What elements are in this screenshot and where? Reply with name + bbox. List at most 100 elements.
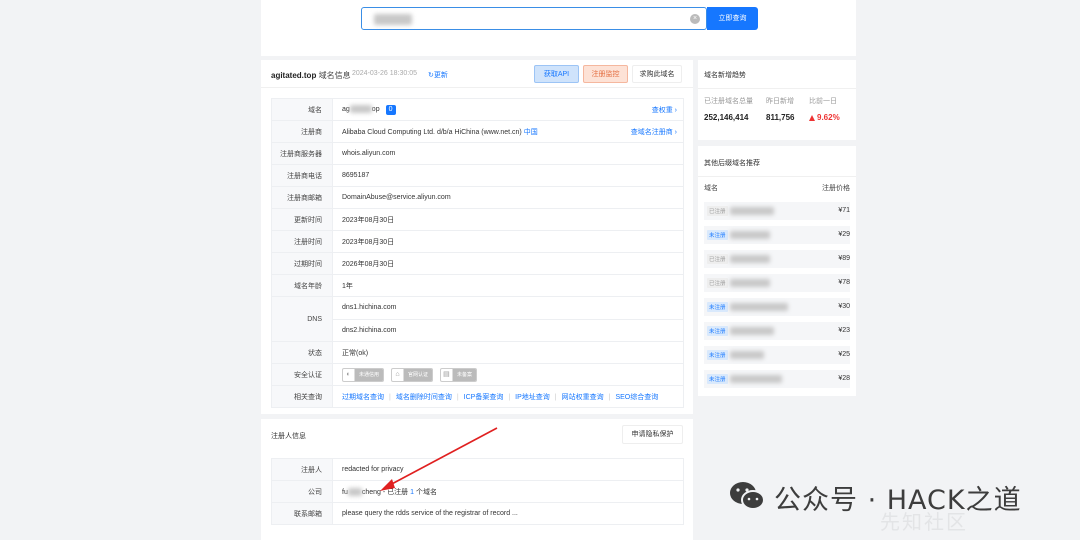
ratio-stat: 比前一日 9.62% (809, 96, 840, 122)
stat-value: 252,146,414 (704, 113, 749, 122)
list-item[interactable]: 已注册 ¥89 (704, 250, 850, 268)
site-weight-link[interactable]: 网站权重查询 (562, 394, 604, 401)
redacted-company (347, 487, 362, 496)
badge-label: 未备案 (452, 368, 476, 381)
row-value: redacted for privacy (332, 458, 684, 481)
table-row: 注册商服务器 whois.aliyun.com (271, 142, 684, 165)
row-value: 过期域名查询 | 域名删除时间查询 | ICP备案查询 | IP地址查询 | 网站权重查询 | SE… (332, 385, 684, 408)
total-registered-stat: 已注册域名总量 252,146,414 (704, 96, 753, 122)
privacy-protection-button[interactable]: 申请隐私保护 (622, 425, 683, 444)
check-weight-label: 查权重 (651, 107, 673, 114)
status-badge: 未注册 (707, 302, 728, 312)
list-item[interactable]: 未注册 ¥25 (704, 346, 850, 364)
redacted-domain (730, 375, 782, 383)
get-api-button[interactable]: 获取API (534, 65, 579, 83)
search-button[interactable]: 立即查询 (707, 7, 758, 30)
check-weight-link[interactable]: 查权重 › (652, 105, 677, 115)
list-item[interactable]: 未注册 ¥30 (704, 298, 850, 316)
redacted-domain (730, 327, 774, 335)
registrar-value: Alibaba Cloud Computing Ltd. d/b/a HiChi… (342, 128, 522, 136)
list-item[interactable]: 未注册 ¥23 (704, 322, 850, 340)
list-item[interactable]: 未注册 ¥29 (704, 226, 850, 244)
row-label: 状态 (271, 341, 333, 364)
redacted-search-text (374, 14, 412, 25)
row-label: 安全认证 (271, 363, 333, 386)
row-value: Alibaba Cloud Computing Ltd. d/b/a HiChi… (332, 120, 684, 143)
row-value: 1年 (332, 274, 684, 297)
status-badge: 未注册 (707, 326, 728, 336)
delete-time-link[interactable]: 域名删除时间查询 (396, 394, 452, 401)
ip-link[interactable]: IP地址查询 (515, 394, 550, 401)
status-badge: 已注册 (707, 206, 728, 216)
price: ¥29 (838, 231, 850, 238)
redacted-domain (730, 255, 770, 263)
redacted-domain (730, 207, 774, 215)
company-prefix: fu (342, 488, 348, 496)
watermark: 公众号 · HACK之道 (728, 478, 1080, 518)
redacted-domain (730, 303, 788, 311)
dns-server: dns2.hichina.com (333, 319, 683, 341)
row-label: 联系邮箱 (271, 502, 333, 525)
ratio-value: 9.62% (817, 113, 840, 122)
stat-label: 比前一日 (809, 98, 837, 105)
list-item[interactable]: 未注册 ¥28 (704, 370, 850, 388)
expired-domain-link[interactable]: 过期域名查询 (342, 394, 384, 401)
seo-link[interactable]: SEO综合查询 (615, 394, 658, 401)
status-badge: 已注册 (707, 254, 728, 264)
price: ¥30 (838, 303, 850, 310)
domain-unit: 个域名 (415, 488, 437, 496)
registered-count-link[interactable]: 1 (410, 489, 414, 496)
row-label: DNS (271, 296, 333, 342)
search-panel: × 立即查询 (261, 0, 856, 56)
row-value: 2023年08月30日 (332, 230, 684, 253)
row-label: 域名年龄 (271, 274, 333, 297)
registrant-table: 注册人 redacted for privacy 公司 fu cheng - 已注… (271, 458, 684, 525)
row-label: 注册商电话 (271, 164, 333, 187)
list-item[interactable]: 已注册 ¥78 (704, 274, 850, 292)
up-arrow-icon (809, 114, 815, 121)
security-badge[interactable]: ◐ 未通信用 (342, 367, 385, 382)
row-value: 2026年08月30日 (332, 252, 684, 275)
price: ¥71 (838, 207, 850, 214)
row-label: 域名 (271, 98, 333, 121)
table-row: 相关查询 过期域名查询 | 域名删除时间查询 | ICP备案查询 | IP地址查询 | 网站权重… (271, 385, 684, 408)
stat-value: 9.62% (809, 113, 840, 122)
row-label: 过期时间 (271, 252, 333, 275)
domain-prefix: ag (342, 105, 350, 113)
record-icon: ▤ (441, 368, 453, 381)
check-registrar-link[interactable]: 查域名注册商 › (631, 127, 677, 137)
redacted-domain (730, 279, 770, 287)
stat-label: 昨日新增 (766, 98, 794, 105)
redacted-domain (730, 231, 770, 239)
list-item[interactable]: 已注册 ¥71 (704, 202, 850, 220)
price: ¥89 (838, 255, 850, 262)
row-value: fu cheng - 已注册 1 个域名 (332, 480, 684, 503)
security-badge[interactable]: ⌂ 官网认证 (390, 367, 433, 382)
badge-label: 未通信用 (355, 368, 384, 381)
chevron-right-icon: › (674, 129, 677, 136)
refresh-label: 更新 (433, 72, 448, 79)
icp-link[interactable]: ICP备案查询 (464, 394, 504, 401)
status-badge: 未注册 (707, 350, 728, 360)
security-badge[interactable]: ▤ 未备案 (439, 367, 477, 382)
refresh-button[interactable]: ↻更新 (428, 70, 448, 80)
row-value: DomainAbuse@service.aliyun.com (332, 186, 684, 209)
table-row: 公司 fu cheng - 已注册 1 个域名 (271, 480, 684, 503)
table-row: 联系邮箱 please query the rdds service of th… (271, 502, 684, 525)
status-badge: 未注册 (707, 374, 728, 384)
whois-table: 域名 ag op 0 查权重 › 注册商 Alibaba Cloud Computi… (271, 98, 684, 408)
check-registrar-label: 查域名注册商 (630, 129, 673, 136)
table-row: 状态 正常(ok) (271, 341, 684, 364)
column-header-domain: 域名 (704, 185, 718, 192)
register-monitor-button[interactable]: 注册监控 (583, 65, 628, 83)
row-label: 注册人 (271, 458, 333, 481)
wechat-icon (730, 482, 765, 510)
buy-domain-button[interactable]: 求购此域名 (632, 65, 682, 83)
row-value: ag op 0 查权重 › (332, 98, 684, 121)
registrar-country: 中国 (523, 128, 538, 136)
suffix-recommend-panel: 其他后缀域名推荐 域名 注册价格 已注册 ¥71 未注册 ¥29 已注册 ¥89 已注… (698, 146, 856, 396)
search-input[interactable]: × (361, 7, 707, 30)
clear-icon[interactable]: × (690, 14, 700, 24)
status-badge: 已注册 (707, 278, 728, 288)
row-value: whois.aliyun.com (332, 142, 684, 165)
